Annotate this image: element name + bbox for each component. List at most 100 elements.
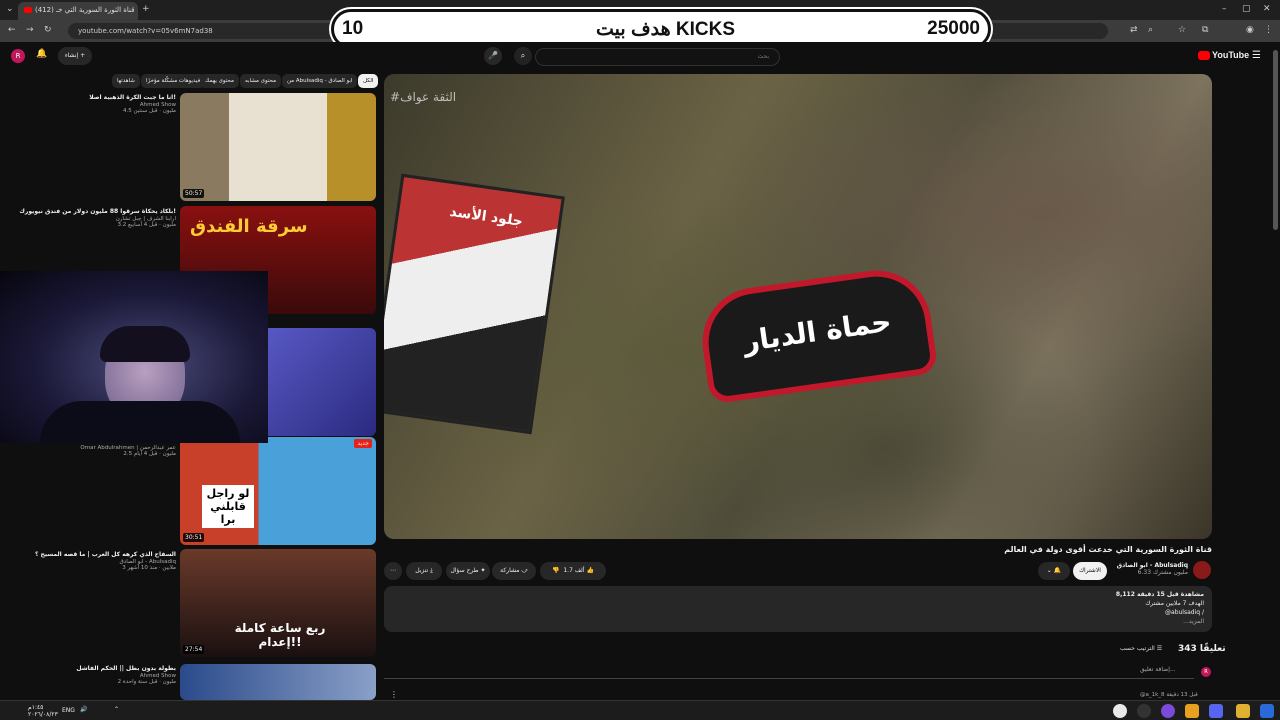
guide-menu-icon[interactable]: ☰ <box>1252 50 1261 61</box>
related-thumbnail-4[interactable]: جديد لو راجل قابلني برا 30:51 <box>180 437 376 545</box>
browser-tab-active[interactable]: (412) قناة الثورة السورية التي خـ <box>18 2 138 20</box>
related-stats: 2.5 مليون · قبل 4 أيام <box>123 451 176 457</box>
show-more-link[interactable]: ...المزيد <box>1183 618 1204 625</box>
badge-text: حماة الديار <box>741 304 894 359</box>
related-meta-2[interactable]: بلكاد يحكاة سرقوا 88 مليون دولار من فندق… <box>0 208 176 228</box>
reload-icon[interactable]: ↻ <box>44 25 52 35</box>
kicks-target-value: 25000 <box>927 18 980 39</box>
chip-for-you[interactable]: محتوى يهمك <box>200 74 239 88</box>
chrome-icon[interactable] <box>1113 704 1127 718</box>
like-dislike-button[interactable]: 👎 1.7 ألف 👍 <box>540 562 606 580</box>
thumb-caption: ربع ساعة كاملة إعدام!! <box>234 621 326 649</box>
tray-expand-icon[interactable]: ⌃ <box>114 706 119 713</box>
back-icon[interactable]: ← <box>8 25 16 35</box>
chip-recently-uploaded[interactable]: فيديوهات مشكّلة مؤخرًا <box>141 74 206 88</box>
video-watermark: #الثقة عواف <box>390 90 457 104</box>
volume-icon[interactable]: 🔊 <box>80 706 87 713</box>
ask-button[interactable]: طرح سؤال ✦ <box>446 562 490 580</box>
share-button[interactable]: مشاركة ⤻ <box>492 562 536 580</box>
chip-watched[interactable]: شاهدتها <box>112 74 140 88</box>
kicks-goal-label: هدف بيت KICKS <box>596 19 736 40</box>
comment-more-icon[interactable]: ⋮ <box>390 690 398 699</box>
related-meta-6[interactable]: بطولة بدون بطل || الحكم الفاشل Ahmed Sho… <box>0 665 176 685</box>
create-button[interactable]: إنشاء + <box>58 47 92 65</box>
channel-avatar[interactable] <box>1193 561 1211 579</box>
voice-search-icon[interactable]: 🎤 <box>484 47 502 65</box>
search-icon[interactable]: ⌕ <box>514 47 532 65</box>
sort-label: الترتيب حسب <box>1120 645 1155 652</box>
comments-count: 343 تعليقًا <box>1178 644 1226 654</box>
youtube-logo[interactable]: YouTube <box>1198 50 1250 61</box>
file-explorer-icon[interactable] <box>1236 704 1250 718</box>
description-link[interactable]: @abulsadiq / <box>1165 609 1204 616</box>
start-icon[interactable] <box>1260 704 1274 718</box>
like-count: 1.7 ألف <box>563 567 585 574</box>
chip-related[interactable]: محتوى مشابه <box>240 74 282 88</box>
bookmark-star-icon[interactable]: ☆ <box>1178 25 1186 35</box>
notify-bell-button[interactable]: ⌄ 🔔 <box>1038 562 1070 580</box>
browser-menu-icon[interactable]: ⋮ <box>1264 25 1273 35</box>
tab-list-icon[interactable]: ⌄ <box>6 4 14 14</box>
zoom-icon[interactable]: ⌕ <box>1148 25 1153 35</box>
chip-all[interactable]: الكل <box>358 74 379 88</box>
channel-info[interactable]: ابو الصادق - Abulsadiq 6.33 مليون مشترك <box>1110 562 1188 576</box>
app-icon[interactable] <box>1185 704 1199 718</box>
obs-icon[interactable] <box>1137 704 1151 718</box>
description-box[interactable]: 8,112 مشاهدة قبل 15 دقيقة الهدف 7 ملايين… <box>384 586 1212 632</box>
video-title: قناة الثورة السورية التي خدعت أقوى دولة … <box>1004 545 1212 554</box>
sort-comments-button[interactable]: الترتيب حسب ☰ <box>1120 645 1162 652</box>
page-scrollbar[interactable] <box>1273 50 1278 230</box>
maximize-icon[interactable]: ▢ <box>1242 4 1251 14</box>
youtube-logo-text: YouTube <box>1212 50 1250 60</box>
close-window-icon[interactable]: ✕ <box>1263 4 1271 14</box>
duration-badge: 50:57 <box>183 189 205 198</box>
app-icon[interactable] <box>1161 704 1175 718</box>
related-title: انا ما جبت الكرة الذهبية اصلا! <box>89 94 176 101</box>
minimize-icon[interactable]: – <box>1222 4 1227 14</box>
related-meta-1[interactable]: انا ما جبت الكرة الذهبية اصلا! Ahmed Sho… <box>0 94 176 114</box>
streamer-headset <box>100 326 190 362</box>
related-title: بطولة بدون بطل || الحكم الفاشل <box>76 665 176 672</box>
related-stats: 3.2 مليون · قبل 4 أسابيع <box>117 222 176 228</box>
chip-from-channel[interactable]: من Abulsadiq - ابو الصادق <box>282 74 358 88</box>
description-line: الهدف 7 ملايين مشترك <box>1145 600 1204 607</box>
related-meta-4[interactable]: Omar Abdulrahmen | عمر عبدالرحمن 2.5 ملي… <box>0 445 176 457</box>
search-input[interactable]: بحث <box>535 48 780 66</box>
related-thumbnail-5[interactable]: ربع ساعة كاملة إعدام!! 27:54 <box>180 549 376 657</box>
notifications-icon[interactable]: 🔔 <box>36 49 47 59</box>
youtube-header: R 🔔 إنشاء + 🎤 ⌕ بحث YouTube ☰ <box>0 42 1280 70</box>
forward-icon[interactable]: → <box>26 25 34 35</box>
related-stats: 4.5 مليون · قبل سنتين <box>122 108 176 114</box>
add-comment-input[interactable]: إضافة تعليق... <box>1140 666 1176 673</box>
channel-name: ابو الصادق - Abulsadiq <box>1116 562 1188 569</box>
avatar[interactable]: R <box>11 49 25 63</box>
subscribe-button[interactable]: الاشتراك <box>1073 562 1107 580</box>
related-stats: 2 مليون · قبل سنة واحدة <box>117 679 176 685</box>
like-icon[interactable]: 👍 <box>586 567 593 574</box>
related-meta-5[interactable]: السفاح الذي كرهه كل العرب | ما قصه المسي… <box>0 551 176 571</box>
dislike-icon[interactable]: 👎 <box>552 567 559 574</box>
clock[interactable]: ١:٤٥م ٢٠٢٦/٠٨/٢٣ <box>28 704 58 718</box>
ask-label: طرح سؤال <box>450 567 479 574</box>
language-indicator[interactable]: ENG <box>62 707 75 714</box>
clock-date: ٢٠٢٦/٠٨/٢٣ <box>28 711 58 718</box>
clock-time: ١:٤٥م <box>28 704 44 711</box>
windows-taskbar: ١:٤٥م ٢٠٢٦/٠٨/٢٣ ENG 🔊 ⌃ <box>0 700 1280 720</box>
video-player[interactable]: جلود الأسد حماة الديار #الثقة عواف <box>384 74 1212 539</box>
translate-icon[interactable]: ⇄ <box>1130 25 1138 35</box>
related-thumbnail-1[interactable]: 50:57 <box>180 93 376 201</box>
first-comment-meta: @a_1k_8 قبل 13 دقيقة <box>1140 692 1198 698</box>
duration-badge: 30:51 <box>183 533 205 542</box>
extensions-icon[interactable]: ⧉ <box>1202 25 1208 35</box>
shoulder-badge: حماة الديار <box>695 263 939 405</box>
related-thumbnail-6[interactable] <box>180 664 376 700</box>
new-tab-button[interactable]: + <box>142 4 150 14</box>
download-button[interactable]: تنزيل ⤓ <box>406 562 442 580</box>
profile-icon[interactable]: ◉ <box>1246 25 1254 35</box>
discord-icon[interactable] <box>1209 704 1223 718</box>
create-label: إنشاء <box>64 52 79 59</box>
youtube-favicon-icon <box>24 7 32 13</box>
view-stats: 8,112 مشاهدة قبل 15 دقيقة <box>1115 591 1204 598</box>
more-actions-button[interactable]: ⋯ <box>384 562 402 580</box>
kicks-left-value: 10 <box>342 18 364 39</box>
